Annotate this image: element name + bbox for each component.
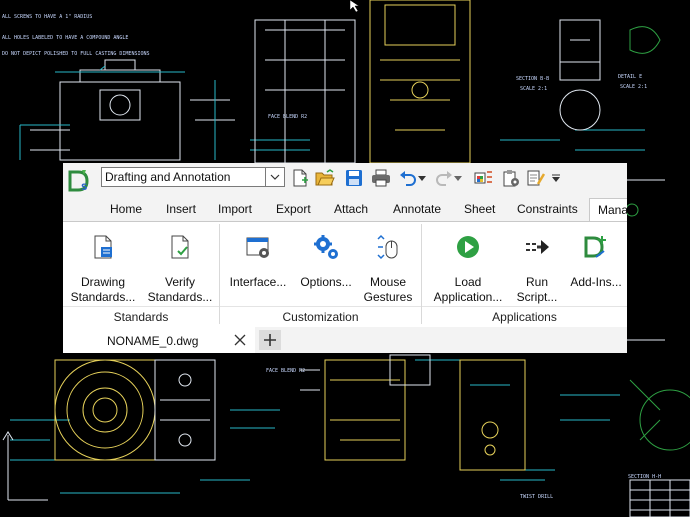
customize-toolbar-button[interactable] <box>549 167 563 189</box>
new-document-button[interactable] <box>289 167 311 189</box>
mouse-cursor-icon <box>349 0 360 13</box>
group-divider <box>421 224 422 324</box>
options-label: Options... <box>300 275 352 289</box>
chevron-down-icon <box>418 175 426 181</box>
match-properties-icon <box>474 171 492 184</box>
tab-annotate[interactable]: Annotate <box>393 202 441 216</box>
app-logo-icon[interactable]: S <box>67 168 93 194</box>
run-script-label: Run Script... <box>516 275 558 304</box>
clipboard-gear-icon <box>503 170 519 187</box>
run-script-icon <box>526 240 549 254</box>
add-ins-label: Add-Ins... <box>570 275 622 289</box>
document-tab-bar: NONAME_0.dwg <box>63 327 627 353</box>
face-blend-label: FACE BLEND R2 <box>268 114 307 120</box>
tab-import[interactable]: Import <box>218 202 252 216</box>
interface-label: Interface... <box>229 275 287 289</box>
interface-icon <box>246 237 269 258</box>
svg-text:S: S <box>81 183 87 193</box>
group-footer-line <box>220 306 421 307</box>
tab-manage-label: Mana <box>598 203 627 217</box>
group-label-applications: Applications <box>492 310 557 324</box>
gear-icon <box>314 235 338 259</box>
tab-manage[interactable]: Mana <box>589 198 627 222</box>
drawing-note: ALL SCREWS TO HAVE A 1" RADIUS <box>2 14 92 20</box>
workspace-select[interactable]: Drafting and Annotation <box>101 167 285 187</box>
scale-label: SCALE 2:1 <box>620 84 647 90</box>
document-tab-label: NONAME_0.dwg <box>107 334 199 348</box>
options-button[interactable]: Options... <box>295 222 357 306</box>
mouse-gestures-button[interactable]: Mouse Gestures <box>359 222 417 306</box>
mouse-icon <box>377 234 398 260</box>
open-button[interactable] <box>314 167 336 189</box>
new-file-icon <box>293 169 308 187</box>
ribbon-window: S Drafting and Annotation Home Insert Im… <box>63 163 627 353</box>
tab-insert[interactable]: Insert <box>166 202 196 216</box>
face-blend-label: FACE BLEND R2 <box>266 368 305 374</box>
save-button[interactable] <box>343 167 365 189</box>
drawing-note: ALL HOLES LABELED TO HAVE A COMPOUND ANG… <box>2 35 128 41</box>
plus-icon <box>264 334 276 346</box>
tab-home[interactable]: Home <box>110 202 142 216</box>
layer-states-button[interactable] <box>525 167 547 189</box>
match-properties-button[interactable] <box>473 167 495 189</box>
load-application-button[interactable]: Load Application... <box>427 222 509 306</box>
ribbon-tabs: Home Insert Import Export Attach Annotat… <box>63 198 627 222</box>
chevron-down-icon <box>454 175 462 181</box>
tab-sheet[interactable]: Sheet <box>464 202 495 216</box>
interface-button[interactable]: Interface... <box>225 222 291 306</box>
verify-standards-label: Verify Standards... <box>147 275 213 304</box>
verify-standards-icon <box>171 235 189 259</box>
detail-label: DETAIL E <box>618 74 642 80</box>
tab-constraints[interactable]: Constraints <box>517 202 578 216</box>
section-label: SECTION B-B <box>516 76 549 82</box>
tab-export[interactable]: Export <box>276 202 311 216</box>
document-tab[interactable]: NONAME_0.dwg <box>63 327 255 353</box>
group-divider <box>219 224 220 324</box>
workspace-select-value: Drafting and Annotation <box>105 170 231 184</box>
group-footer-line <box>422 306 627 307</box>
printer-icon <box>372 169 390 187</box>
redo-dropdown-button[interactable] <box>451 167 465 189</box>
close-icon[interactable] <box>233 333 247 347</box>
add-ins-button[interactable]: Add-Ins... <box>565 222 627 306</box>
group-label-customization: Customization <box>282 310 359 324</box>
load-application-label: Load Application... <box>433 275 503 304</box>
print-button[interactable] <box>370 167 392 189</box>
add-ins-icon <box>584 236 606 258</box>
drawing-standards-icon <box>94 235 112 259</box>
play-icon <box>457 236 479 258</box>
customize-dropdown-icon <box>552 174 560 182</box>
ribbon-panel: Drawing Standards... Verify Standards... <box>63 221 627 329</box>
drawing-standards-label: Drawing Standards... <box>70 275 136 304</box>
quick-access-toolbar: S Drafting and Annotation <box>63 163 627 195</box>
group-footer-line <box>63 306 219 307</box>
drill-label: TWIST DRILL <box>520 494 553 500</box>
group-label-standards: Standards <box>113 310 169 324</box>
section-label: SECTION H-H <box>628 474 661 480</box>
chevron-down-icon[interactable] <box>265 168 284 186</box>
scale-label: SCALE 2:1 <box>520 86 547 92</box>
tab-attach[interactable]: Attach <box>334 202 368 216</box>
document-edit-icon <box>527 170 546 186</box>
run-script-button[interactable]: Run Script... <box>509 222 565 306</box>
properties-button[interactable] <box>500 167 522 189</box>
folder-open-icon <box>315 169 335 186</box>
mouse-gestures-label: Mouse Gestures <box>363 275 413 304</box>
verify-standards-button[interactable]: Verify Standards... <box>144 222 216 306</box>
drawing-note: DO NOT DEPICT POLISHED TO FULL CASTING D… <box>2 51 150 57</box>
undo-dropdown-button[interactable] <box>415 167 429 189</box>
save-icon <box>346 170 362 186</box>
new-document-tab-button[interactable] <box>259 330 281 350</box>
drawing-standards-button[interactable]: Drawing Standards... <box>67 222 139 306</box>
